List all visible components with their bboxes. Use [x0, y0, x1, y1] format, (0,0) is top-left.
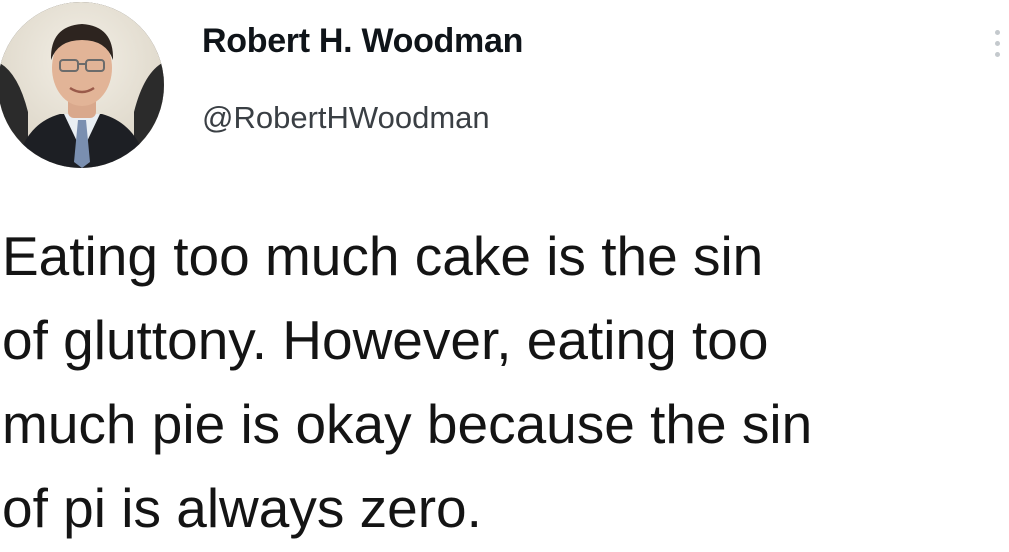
tweet-text: Eating too much cake is the sin of glutt… [2, 214, 1002, 550]
tweet-text-line: much pie is okay because the sin [2, 393, 813, 455]
tweet-text-line: of pi is always zero. [2, 477, 482, 539]
display-name[interactable]: Robert H. Woodman [202, 22, 523, 61]
tweet-card: Robert H. Woodman @RobertHWoodman Eating… [0, 0, 1009, 552]
more-options-icon[interactable] [992, 30, 1002, 68]
user-handle[interactable]: @RobertHWoodman [202, 100, 490, 136]
tweet-text-line: of gluttony. However, eating too [2, 309, 769, 371]
tweet-text-line: Eating too much cake is the sin [2, 225, 764, 287]
profile-photo-icon [0, 2, 164, 168]
avatar[interactable] [0, 2, 164, 168]
